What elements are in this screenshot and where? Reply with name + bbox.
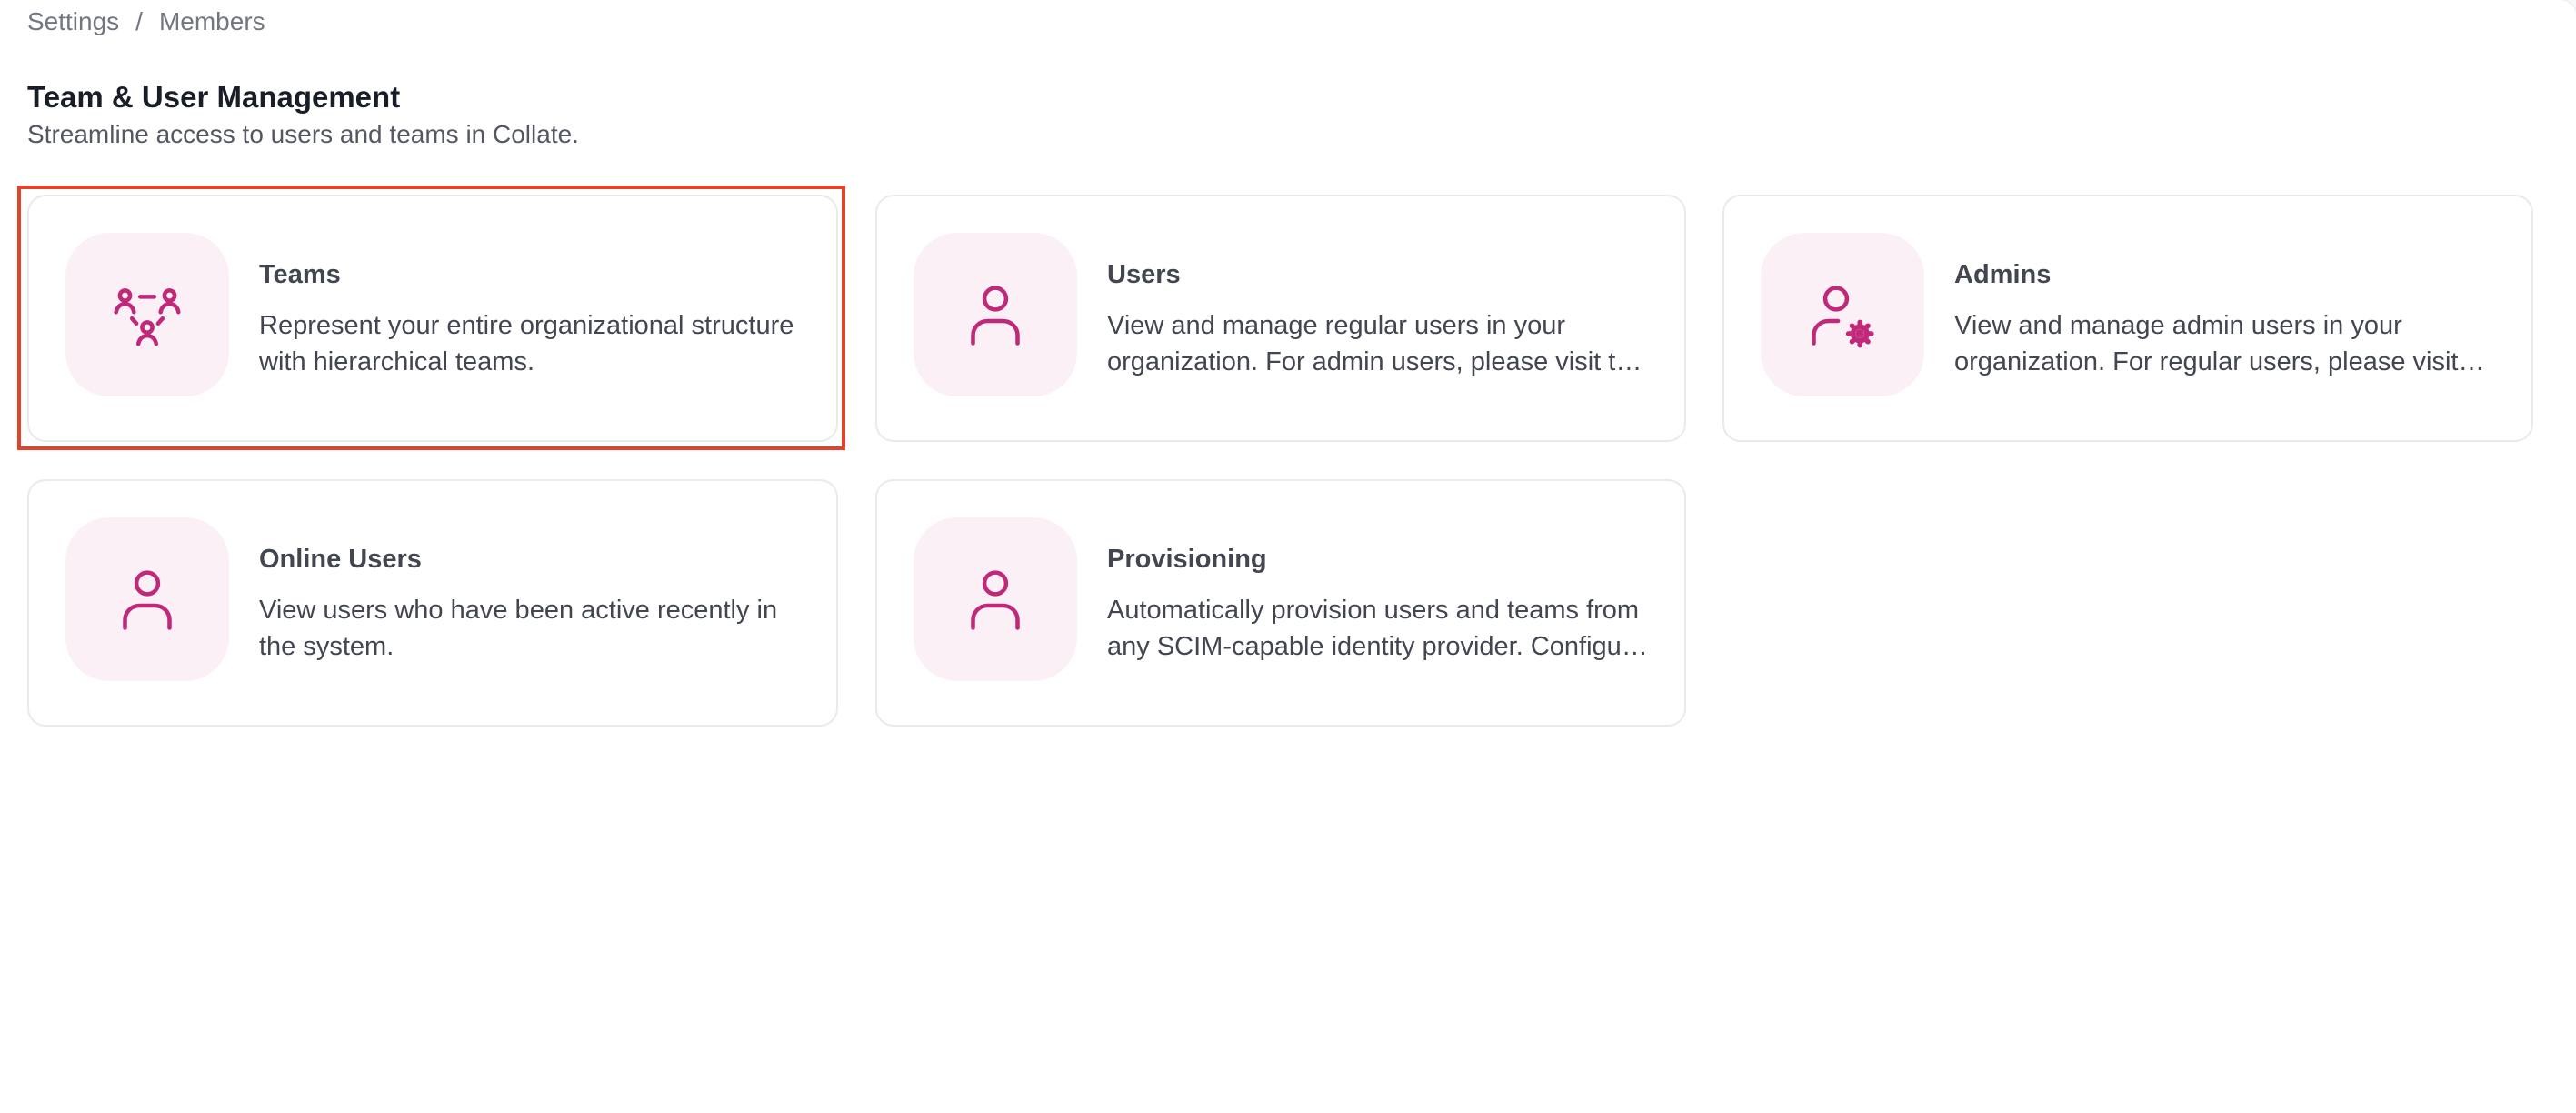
card-description: View and manage admin users in your orga… bbox=[1954, 311, 2459, 376]
card-users[interactable]: Users View and manage regular users in y… bbox=[875, 195, 1686, 442]
card-online-users[interactable]: Online Users View users who have been ac… bbox=[27, 479, 838, 727]
admin-user-icon bbox=[1812, 286, 1874, 348]
card-icon-container bbox=[65, 233, 229, 396]
breadcrumb-separator: / bbox=[135, 7, 143, 35]
page-title: Team & User Management bbox=[27, 80, 401, 114]
card-icon-container bbox=[65, 517, 229, 681]
card-title: Provisioning bbox=[1107, 545, 1267, 574]
page-subtitle: Streamline access to users and teams in … bbox=[27, 120, 579, 148]
card-title: Teams bbox=[259, 260, 341, 289]
user-icon bbox=[971, 570, 1020, 630]
card-provisioning[interactable]: Provisioning Automatically provision use… bbox=[875, 479, 1686, 727]
card-description: Represent your entire organizational str… bbox=[259, 311, 794, 376]
teams-icon bbox=[114, 288, 181, 346]
card-description: View and manage regular users in your or… bbox=[1107, 311, 1645, 376]
card-title: Admins bbox=[1954, 260, 2052, 289]
breadcrumb-item-settings[interactable]: Settings bbox=[27, 7, 119, 36]
card-title: Users bbox=[1107, 260, 1181, 289]
card-description: Automatically provision users and teams … bbox=[1107, 596, 1645, 661]
settings-members-page: Settings / Members Team & User Managemen… bbox=[0, 0, 2576, 1113]
user-icon bbox=[123, 570, 172, 630]
card-title: Online Users bbox=[259, 545, 422, 574]
card-icon-container bbox=[1761, 233, 1924, 396]
breadcrumb-item-members[interactable]: Members bbox=[159, 7, 265, 36]
card-admins[interactable]: Admins View and manage admin users in yo… bbox=[1722, 195, 2533, 442]
card-teams[interactable]: Teams Represent your entire organization… bbox=[27, 195, 838, 442]
card-icon-container bbox=[914, 517, 1077, 681]
card-description: View users who have been active recently… bbox=[259, 596, 778, 661]
breadcrumb: Settings / Members bbox=[27, 7, 265, 36]
card-icon-container bbox=[914, 233, 1077, 396]
user-icon bbox=[971, 286, 1020, 346]
